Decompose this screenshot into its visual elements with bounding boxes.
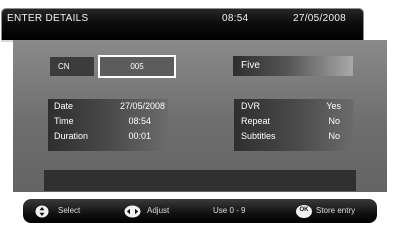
page-title: ENTER DETAILS [7,13,89,24]
subtitles-field[interactable]: No [328,131,340,141]
channel-number-field[interactable]: 005 [98,55,176,78]
enter-details-screen: ENTER DETAILS 08:54 27/05/2008 CN 005 Fi… [0,0,398,226]
duration-field[interactable]: 00:01 [128,131,151,141]
time-field[interactable]: 08:54 [128,116,151,126]
repeat-label: Repeat [241,116,271,126]
channel-label: CN [58,62,70,71]
adjust-hint: Adjust [147,206,170,215]
ok-icon-text: OK [299,207,309,213]
adjust-icon [124,205,141,218]
repeat-field[interactable]: No [328,116,340,126]
dvr-label: DVR [241,101,261,111]
select-icon [35,205,49,218]
date-field[interactable]: 27/05/2008 [120,101,165,111]
ok-icon: OK [296,205,312,218]
header-time: 08:54 [222,13,249,24]
store-entry-hint: Store entry [316,206,356,215]
dvr-field[interactable]: Yes [326,101,341,111]
date-label: Date [54,101,74,111]
select-hint: Select [58,206,81,215]
subtitles-label: Subtitles [241,131,276,141]
channel-label-box [50,57,94,76]
channel-name: Five [241,60,260,71]
time-label: Time [54,116,74,126]
info-message-bar [44,170,356,191]
header-date: 27/05/2008 [293,13,347,24]
number-keys-hint: Use 0 - 9 [213,206,246,215]
duration-label: Duration [54,131,89,141]
